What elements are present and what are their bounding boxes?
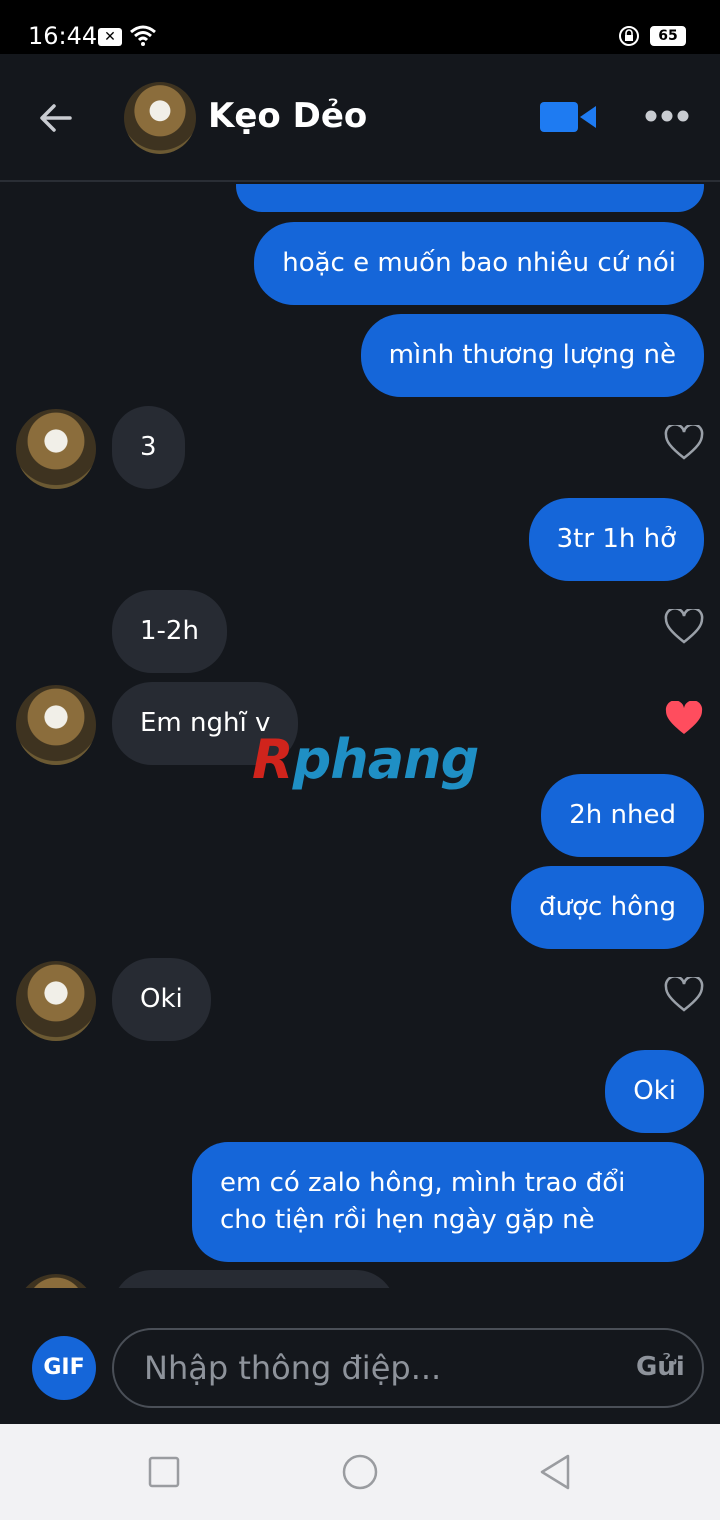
message-bubble-partial[interactable] <box>112 1270 396 1288</box>
gif-button[interactable]: GIF <box>32 1336 96 1400</box>
message-bubble-received[interactable]: 3 <box>112 406 185 489</box>
back-arrow-icon[interactable] <box>34 96 78 140</box>
message-bubble-partial[interactable] <box>236 184 704 212</box>
status-bar: 16:44 ✕ 65 <box>0 0 720 54</box>
message-bubble-sent[interactable]: 2h nhed <box>541 774 704 857</box>
message-bubble-sent[interactable]: mình thương lượng nè <box>360 314 704 397</box>
message-bubble-sent[interactable]: được hông <box>511 866 704 949</box>
contact-name[interactable]: Kẹo Dẻo <box>208 96 367 136</box>
send-button[interactable]: Gửi <box>636 1352 685 1382</box>
contact-avatar-small[interactable] <box>16 685 96 765</box>
contact-avatar-small[interactable] <box>16 1274 96 1288</box>
message-bubble-sent[interactable]: Oki <box>605 1050 704 1133</box>
message-bubble-received[interactable]: 1-2h <box>112 590 227 673</box>
more-options-icon[interactable] <box>642 104 692 128</box>
wifi-icon <box>130 25 156 46</box>
message-bubble-sent[interactable]: 3tr 1h hở <box>528 498 704 581</box>
contact-avatar[interactable] <box>124 82 196 154</box>
back-triangle-icon[interactable] <box>536 1452 576 1492</box>
chat-header: Kẹo Dẻo <box>0 54 720 182</box>
message-bubble-sent[interactable]: em có zalo hông, mình trao đổi cho tiện … <box>192 1142 704 1262</box>
composer-bar: GIF Gửi <box>0 1288 720 1424</box>
message-input[interactable] <box>112 1328 704 1408</box>
contact-avatar-small[interactable] <box>16 961 96 1041</box>
contact-avatar-small[interactable] <box>16 409 96 489</box>
heart-filled-icon[interactable] <box>664 701 704 737</box>
battery-icon: 65 <box>650 26 686 46</box>
system-nav-bar <box>0 1424 720 1520</box>
video-call-icon[interactable] <box>540 100 596 134</box>
heart-outline-icon[interactable] <box>664 609 704 645</box>
recent-apps-icon[interactable] <box>144 1452 184 1492</box>
heart-outline-icon[interactable] <box>664 425 704 461</box>
notification-icon: ✕ <box>98 28 122 46</box>
message-bubble-sent[interactable]: hoặc e muốn bao nhiêu cứ nói <box>254 222 704 305</box>
message-bubble-received[interactable]: Oki <box>112 958 211 1041</box>
status-time: 16:44 <box>28 22 98 50</box>
heart-outline-icon[interactable] <box>664 977 704 1013</box>
watermark-logo: Rphang <box>252 728 479 791</box>
lock-rotation-icon <box>619 26 639 46</box>
home-icon[interactable] <box>340 1452 380 1492</box>
